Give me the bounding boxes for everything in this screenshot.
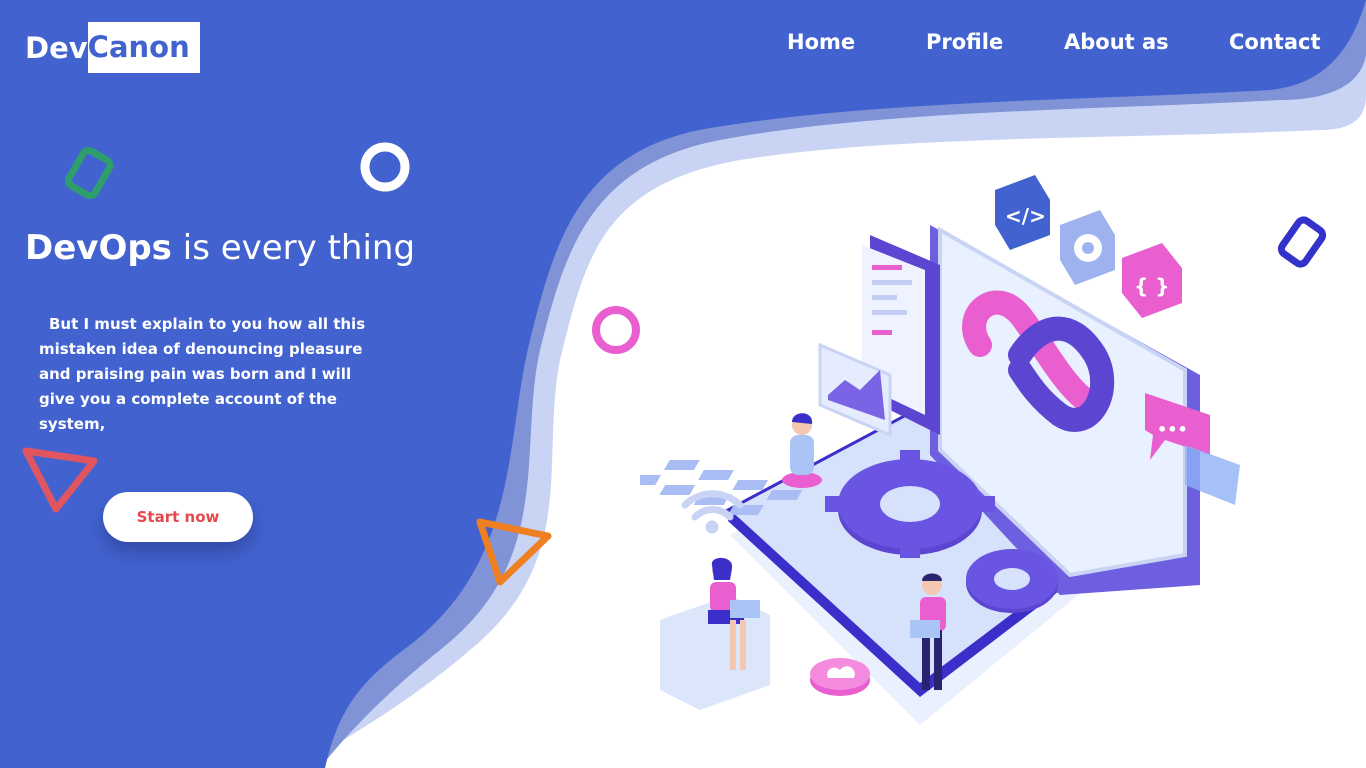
red-triangle-shape — [22, 447, 98, 513]
brand-logo[interactable]: Dev Canon — [25, 22, 200, 73]
white-ring-shape — [360, 142, 410, 192]
nav-profile-link[interactable]: Profile — [926, 30, 1003, 54]
code-line — [872, 280, 912, 285]
braces-icon-text: { } — [1134, 274, 1169, 298]
small-gear-icon — [966, 549, 1058, 613]
headline-rest: is every thing — [171, 228, 416, 268]
code-line — [872, 295, 897, 300]
nav-contact-link[interactable]: Contact — [1229, 30, 1321, 54]
green-rounded-rect-shape — [64, 146, 114, 200]
code-line — [872, 265, 902, 270]
devops-illustration: </> { } ••• — [640, 175, 1240, 725]
hero-description: But I must explain to you how all this m… — [39, 315, 366, 433]
braces-icon: { } — [1122, 243, 1182, 318]
navy-rounded-rect-shape — [1277, 216, 1327, 268]
code-icon-text: </> — [1005, 204, 1046, 228]
code-line — [872, 330, 892, 335]
logo-part-canon: Canon — [87, 22, 200, 73]
nav-about-link[interactable]: About as — [1064, 30, 1169, 54]
pink-ring-shape — [592, 306, 640, 354]
headline-bold: DevOps — [25, 228, 172, 268]
cloud-icon — [810, 658, 870, 696]
orange-triangle-shape — [476, 518, 552, 586]
chat-icon-text: ••• — [1157, 420, 1188, 439]
nav-home-link[interactable]: Home — [787, 30, 855, 54]
logo-part-dev: Dev — [25, 30, 88, 65]
hero-headline: DevOps is every thing — [25, 228, 415, 268]
person-on-screen — [782, 413, 822, 488]
gear-icon — [1060, 210, 1115, 285]
code-icon: </> — [995, 175, 1050, 250]
start-now-button[interactable]: Start now — [103, 492, 253, 542]
code-line — [872, 310, 907, 315]
